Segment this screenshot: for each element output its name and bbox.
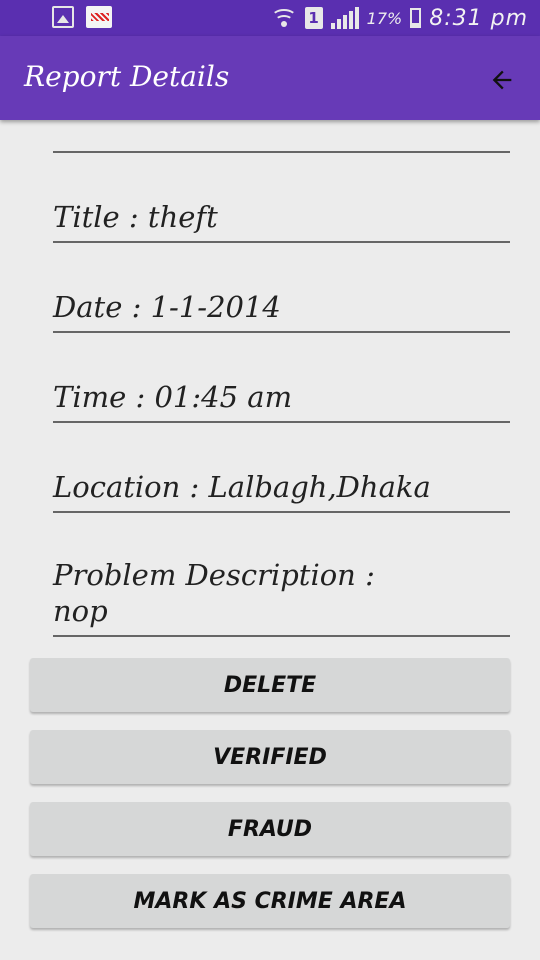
status-clock: 8:31 pm	[429, 5, 528, 31]
app-bar: Report Details	[0, 36, 540, 120]
field-description-text: Problem Description : nop	[53, 558, 375, 628]
field-partial-above	[53, 120, 510, 153]
status-bar: 1 17% 8:31 pm	[0, 0, 540, 36]
battery-percent: 17%	[366, 8, 403, 28]
signal-icon	[330, 7, 359, 29]
field-title: Title : theft	[53, 180, 510, 243]
field-time-text: Time : 01:45 am	[53, 380, 293, 414]
battery-icon	[410, 8, 422, 28]
field-title-text: Title : theft	[53, 200, 218, 234]
arrow-left-icon	[492, 70, 512, 90]
status-indicators: 1 17% 8:31 pm	[270, 3, 528, 33]
back-button[interactable]	[480, 58, 524, 102]
field-location: Location : Lalbagh,Dhaka	[53, 450, 510, 513]
sim-icon: 1	[304, 7, 323, 29]
delete-button[interactable]: DELETE	[30, 658, 510, 712]
verified-button[interactable]: VERIFIED	[30, 730, 510, 784]
page-title: Report Details	[24, 60, 230, 93]
field-date: Date : 1-1-2014	[53, 270, 510, 333]
gallery-icon	[52, 6, 74, 28]
field-time: Time : 01:45 am	[53, 360, 510, 423]
notification-icons	[52, 6, 112, 28]
field-location-text: Location : Lalbagh,Dhaka	[53, 470, 431, 504]
mark-crime-area-button[interactable]: MARK AS CRIME AREA	[30, 874, 510, 928]
app-notification-icon	[86, 6, 112, 28]
field-date-text: Date : 1-1-2014	[53, 290, 281, 324]
fraud-button[interactable]: FRAUD	[30, 802, 510, 856]
wifi-icon	[270, 7, 297, 29]
field-description: Problem Description : nop	[53, 540, 510, 637]
report-content: Title : theft Date : 1-1-2014 Time : 01:…	[0, 120, 540, 960]
